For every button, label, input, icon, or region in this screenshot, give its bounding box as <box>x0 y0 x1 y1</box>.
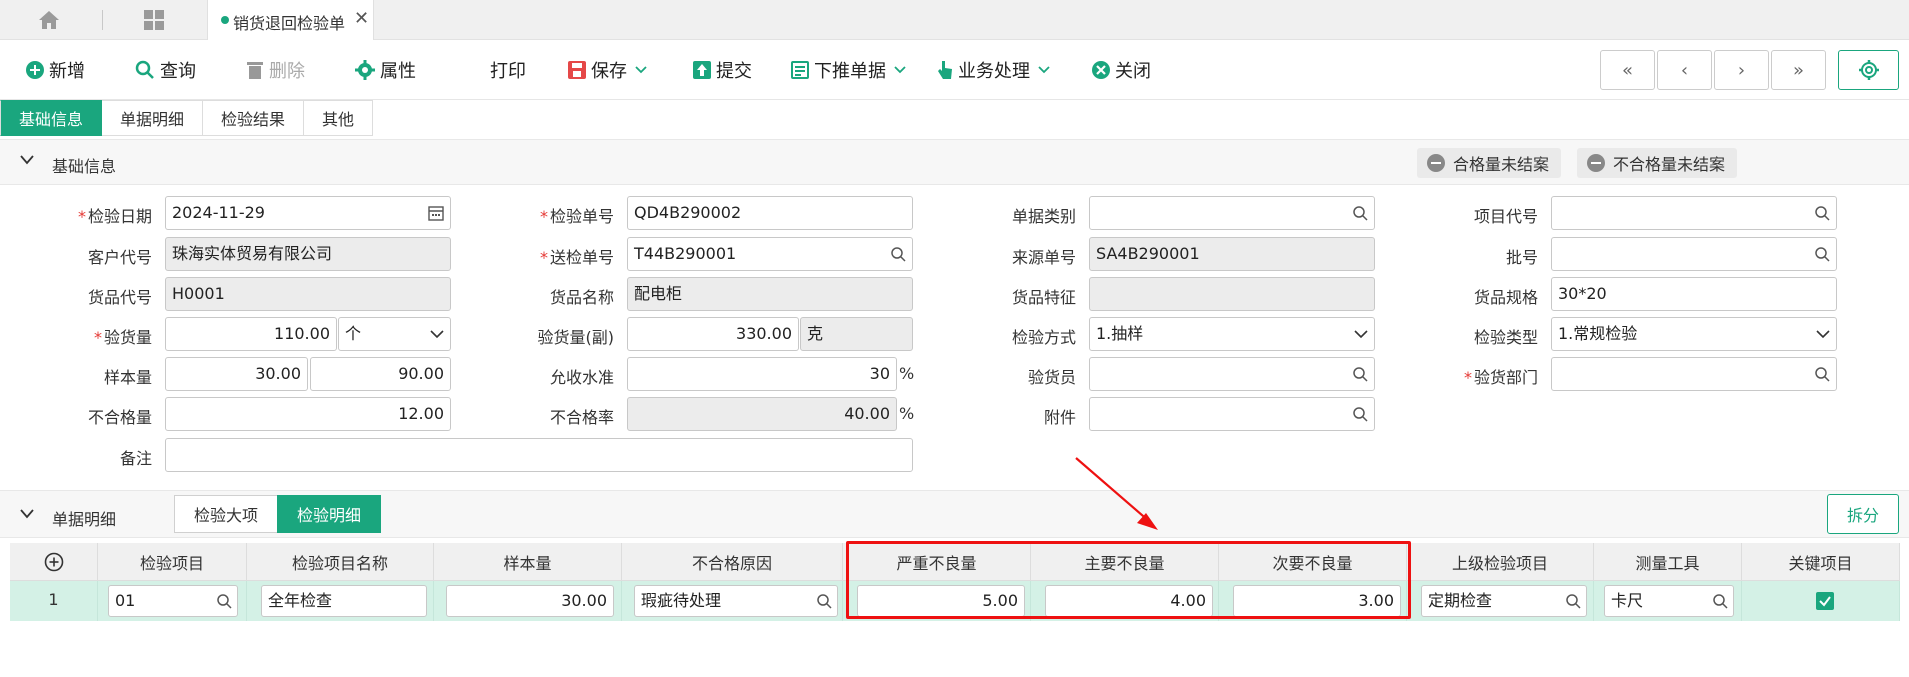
highlight-box <box>846 541 1411 619</box>
